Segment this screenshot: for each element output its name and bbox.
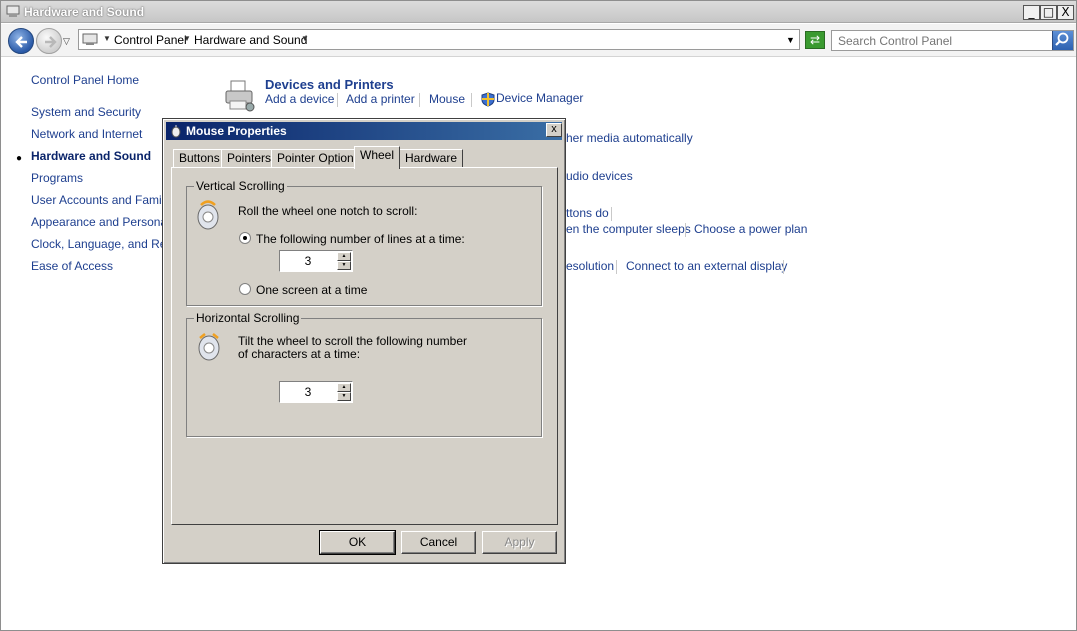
vertical-instruction: Roll the wheel one notch to scroll:	[238, 204, 418, 218]
lines-option-label[interactable]: The following number of lines at a time:	[256, 232, 465, 246]
lines-spinner[interactable]: ▲ ▼	[279, 250, 353, 272]
tab-pointers[interactable]: Pointers	[221, 149, 278, 168]
mouse-wheel-icon	[197, 200, 219, 230]
separator	[611, 207, 612, 221]
back-arrow-icon	[15, 36, 27, 48]
search-box[interactable]	[831, 30, 1074, 51]
tab-wheel[interactable]: Wheel	[354, 146, 401, 169]
sleep-settings-link[interactable]: en the computer sleeps	[566, 222, 691, 236]
ok-button[interactable]: OK	[319, 530, 396, 555]
close-button[interactable]: X	[1057, 5, 1074, 20]
maximize-button[interactable]: □	[1040, 5, 1057, 20]
lines-radio[interactable]	[239, 232, 251, 244]
search-input[interactable]	[832, 31, 1050, 50]
cancel-button[interactable]: Cancel	[401, 531, 476, 554]
current-bullet-icon: ●	[16, 153, 23, 164]
separator	[419, 93, 420, 107]
lines-input[interactable]	[280, 251, 336, 271]
spin-up-icon[interactable]: ▲	[337, 252, 351, 261]
separator	[685, 223, 686, 237]
navigation-bar: ▽ ▼ Control Panel ▼ Hardware and Sound ▼…	[1, 24, 1076, 57]
spin-up-icon[interactable]: ▲	[337, 383, 351, 392]
devices-and-printers-heading[interactable]: Devices and Printers	[265, 77, 394, 92]
characters-spinner[interactable]: ▲ ▼	[279, 381, 353, 403]
mouse-link[interactable]: Mouse	[429, 92, 465, 106]
apply-button[interactable]: Apply	[482, 531, 557, 554]
nav-user-accounts[interactable]: User Accounts and Family S	[31, 193, 182, 207]
recent-pages-chevron-icon[interactable]: ▽	[63, 36, 70, 47]
control-panel-icon	[6, 5, 20, 17]
forward-arrow-icon	[45, 36, 57, 48]
one-screen-radio[interactable]	[239, 283, 251, 295]
refresh-icon: ⇄	[809, 33, 821, 47]
choose-power-plan-link[interactable]: Choose a power plan	[694, 222, 807, 236]
separator	[471, 93, 472, 107]
nav-hardware-and-sound: Hardware and Sound	[31, 149, 152, 163]
uac-shield-icon	[481, 92, 495, 107]
horizontal-scrolling-group: Horizontal Scrolling Tilt the wheel to s…	[186, 311, 542, 437]
breadcrumb-arrow-icon[interactable]: ▼	[301, 34, 309, 43]
wheel-tab-panel: Vertical Scrolling Roll the wheel one no…	[171, 167, 558, 525]
radio-selected-dot	[243, 236, 247, 240]
dialog-title: Mouse Properties	[186, 124, 287, 138]
mouse-tilt-wheel-icon	[198, 333, 220, 361]
add-a-printer-link[interactable]: Add a printer	[346, 92, 415, 106]
horizontal-instruction-line1: Tilt the wheel to scroll the following n…	[238, 334, 467, 348]
dialog-close-button[interactable]: x	[546, 123, 562, 137]
minimize-button[interactable]: _	[1023, 5, 1040, 20]
breadcrumb-control-panel[interactable]: Control Panel	[114, 33, 187, 47]
mouse-icon	[171, 125, 181, 138]
nav-control-panel-home[interactable]: Control Panel Home	[31, 73, 139, 87]
forward-button[interactable]	[36, 28, 62, 54]
external-display-link[interactable]: Connect to an external display	[626, 259, 787, 273]
vertical-scrolling-label: Vertical Scrolling	[194, 179, 287, 193]
one-screen-option-label[interactable]: One screen at a time	[256, 283, 367, 297]
breadcrumb-arrow-icon[interactable]: ▼	[103, 34, 111, 43]
control-panel-icon	[82, 33, 98, 45]
vertical-scrolling-group: Vertical Scrolling Roll the wheel one no…	[186, 179, 542, 306]
address-dropdown-icon[interactable]: ▼	[786, 35, 795, 45]
separator	[783, 260, 784, 274]
horizontal-scrolling-label: Horizontal Scrolling	[194, 311, 302, 325]
spin-down-icon[interactable]: ▼	[337, 392, 351, 401]
screen-resolution-link[interactable]: esolution	[566, 259, 614, 273]
breadcrumb-hardware-and-sound[interactable]: Hardware and Sound	[194, 33, 307, 47]
characters-input[interactable]	[280, 382, 336, 402]
mouse-properties-dialog: Mouse Properties x Buttons Pointers Poin…	[162, 118, 566, 564]
nav-clock-language-region[interactable]: Clock, Language, and Regi	[31, 237, 176, 251]
nav-programs[interactable]: Programs	[31, 171, 83, 185]
back-button[interactable]	[8, 28, 34, 54]
device-manager-link[interactable]: Device Manager	[496, 91, 583, 105]
nav-appearance[interactable]: Appearance and Personaliz	[31, 215, 178, 229]
breadcrumb-arrow-icon[interactable]: ▼	[183, 34, 191, 43]
printer-icon	[225, 80, 255, 112]
horizontal-instruction-line2: of characters at a time:	[238, 347, 361, 361]
nav-network-and-internet[interactable]: Network and Internet	[31, 127, 142, 141]
tab-hardware[interactable]: Hardware	[399, 149, 464, 168]
dialog-title-bar: Mouse Properties x	[166, 122, 562, 140]
refresh-button[interactable]: ⇄	[805, 31, 825, 49]
nav-ease-of-access[interactable]: Ease of Access	[31, 259, 113, 273]
tab-buttons[interactable]: Buttons	[173, 149, 226, 168]
tab-pointer-options[interactable]: Pointer Options	[271, 149, 366, 168]
search-icon	[1055, 32, 1069, 46]
search-button[interactable]	[1052, 31, 1073, 50]
window-title: Hardware and Sound	[24, 5, 145, 19]
power-buttons-link[interactable]: ttons do	[566, 206, 609, 220]
add-a-device-link[interactable]: Add a device	[265, 92, 334, 106]
nav-system-and-security[interactable]: System and Security	[31, 105, 141, 119]
title-bar: Hardware and Sound _ □ X	[1, 1, 1076, 23]
manage-audio-devices-link[interactable]: udio devices	[566, 169, 633, 183]
spin-down-icon[interactable]: ▼	[337, 261, 351, 270]
autoplay-link[interactable]: her media automatically	[566, 131, 693, 145]
address-bar[interactable]: ▼ Control Panel ▼ Hardware and Sound ▼ ▼	[78, 29, 800, 50]
separator	[616, 260, 617, 274]
separator	[337, 93, 338, 107]
